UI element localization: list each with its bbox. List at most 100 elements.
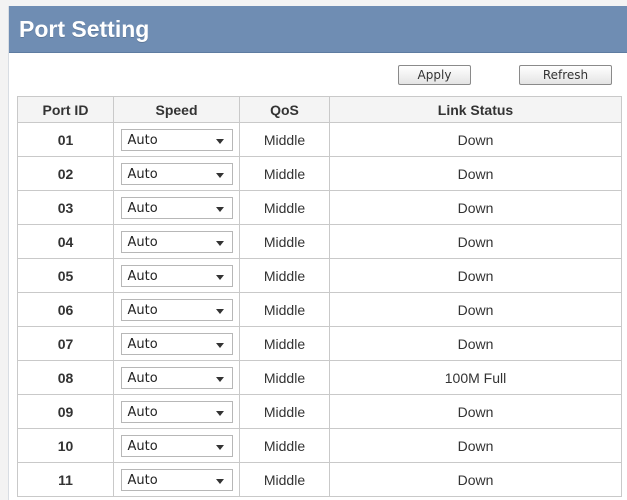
port-id-cell: 03 [17, 190, 114, 225]
chevron-down-icon [215, 172, 224, 178]
chevron-down-icon [215, 410, 224, 416]
table-row: 06 Auto Middle Down [17, 292, 622, 327]
speed-select-value: Auto [127, 234, 158, 250]
table-row: 09 Auto Middle Down [17, 394, 622, 429]
speed-cell: Auto [113, 190, 240, 225]
column-header-qos: QoS [239, 96, 330, 123]
chevron-down-icon [215, 274, 224, 280]
refresh-button[interactable]: Refresh [519, 65, 612, 85]
speed-select[interactable]: Auto [120, 128, 233, 151]
chevron-down-icon [215, 240, 224, 246]
qos-cell: Middle [239, 428, 330, 463]
speed-select[interactable]: Auto [120, 332, 233, 355]
qos-cell: Middle [239, 462, 330, 497]
chevron-down-icon [215, 444, 224, 450]
table-row: 03 Auto Middle Down [17, 190, 622, 225]
speed-select-value: Auto [127, 268, 158, 284]
speed-select[interactable]: Auto [120, 468, 233, 491]
speed-cell: Auto [113, 394, 240, 429]
toolbar: Apply Refresh [9, 53, 627, 91]
column-header-link-status: Link Status [329, 96, 622, 123]
speed-select-value: Auto [127, 302, 158, 318]
speed-select[interactable]: Auto [120, 298, 233, 321]
speed-cell: Auto [113, 258, 240, 293]
port-id-cell: 02 [17, 156, 114, 191]
speed-select-value: Auto [127, 404, 158, 420]
speed-select-value: Auto [127, 370, 158, 386]
port-id-cell: 06 [17, 292, 114, 327]
apply-button[interactable]: Apply [398, 65, 471, 85]
speed-cell: Auto [113, 360, 240, 395]
speed-select-value: Auto [127, 472, 158, 488]
port-table: Port ID Speed QoS Link Status 01 Auto Midd… [17, 96, 622, 497]
speed-cell: Auto [113, 462, 240, 497]
speed-select[interactable]: Auto [120, 366, 233, 389]
speed-cell: Auto [113, 224, 240, 259]
chevron-down-icon [215, 342, 224, 348]
port-id-cell: 05 [17, 258, 114, 293]
qos-cell: Middle [239, 292, 330, 327]
table-row: 02 Auto Middle Down [17, 156, 622, 191]
speed-select-value: Auto [127, 200, 158, 216]
table-row: 04 Auto Middle Down [17, 224, 622, 259]
speed-select-value: Auto [127, 336, 158, 352]
qos-cell: Middle [239, 224, 330, 259]
speed-cell: Auto [113, 156, 240, 191]
port-id-cell: 01 [17, 122, 114, 157]
link-status-cell: Down [329, 292, 622, 327]
speed-select-value: Auto [127, 166, 158, 182]
chevron-down-icon [215, 478, 224, 484]
speed-cell: Auto [113, 326, 240, 361]
link-status-cell: Down [329, 190, 622, 225]
chevron-down-icon [215, 206, 224, 212]
table-row: 01 Auto Middle Down [17, 122, 622, 157]
qos-cell: Middle [239, 326, 330, 361]
chevron-down-icon [215, 376, 224, 382]
speed-select[interactable]: Auto [120, 434, 233, 457]
port-id-cell: 07 [17, 326, 114, 361]
link-status-cell: Down [329, 326, 622, 361]
speed-select[interactable]: Auto [120, 162, 233, 185]
port-id-cell: 09 [17, 394, 114, 429]
qos-cell: Middle [239, 394, 330, 429]
table-header-row: Port ID Speed QoS Link Status [17, 96, 622, 123]
chevron-down-icon [215, 138, 224, 144]
table-row: 05 Auto Middle Down [17, 258, 622, 293]
link-status-cell: Down [329, 122, 622, 157]
qos-cell: Middle [239, 360, 330, 395]
link-status-cell: Down [329, 428, 622, 463]
page-title: Port Setting [19, 15, 150, 42]
table-row: 07 Auto Middle Down [17, 326, 622, 361]
table-row: 11 Auto Middle Down [17, 462, 622, 497]
column-header-port-id: Port ID [17, 96, 114, 123]
speed-cell: Auto [113, 122, 240, 157]
qos-cell: Middle [239, 156, 330, 191]
port-id-cell: 10 [17, 428, 114, 463]
table-row: 08 Auto Middle 100M Full [17, 360, 622, 395]
speed-select[interactable]: Auto [120, 230, 233, 253]
qos-cell: Middle [239, 122, 330, 157]
speed-select-value: Auto [127, 438, 158, 454]
chevron-down-icon [215, 308, 224, 314]
qos-cell: Middle [239, 190, 330, 225]
speed-select[interactable]: Auto [120, 264, 233, 287]
table-row: 10 Auto Middle Down [17, 428, 622, 463]
speed-select[interactable]: Auto [120, 400, 233, 423]
port-setting-panel: Port Setting Apply Refresh Port ID Speed… [8, 6, 627, 500]
speed-select-value: Auto [127, 132, 158, 148]
link-status-cell: Down [329, 224, 622, 259]
page-header: Port Setting [9, 6, 627, 53]
qos-cell: Middle [239, 258, 330, 293]
link-status-cell: 100M Full [329, 360, 622, 395]
link-status-cell: Down [329, 462, 622, 497]
link-status-cell: Down [329, 156, 622, 191]
port-id-cell: 04 [17, 224, 114, 259]
port-id-cell: 11 [17, 462, 114, 497]
speed-cell: Auto [113, 428, 240, 463]
speed-cell: Auto [113, 292, 240, 327]
column-header-speed: Speed [113, 96, 240, 123]
port-id-cell: 08 [17, 360, 114, 395]
link-status-cell: Down [329, 258, 622, 293]
link-status-cell: Down [329, 394, 622, 429]
speed-select[interactable]: Auto [120, 196, 233, 219]
